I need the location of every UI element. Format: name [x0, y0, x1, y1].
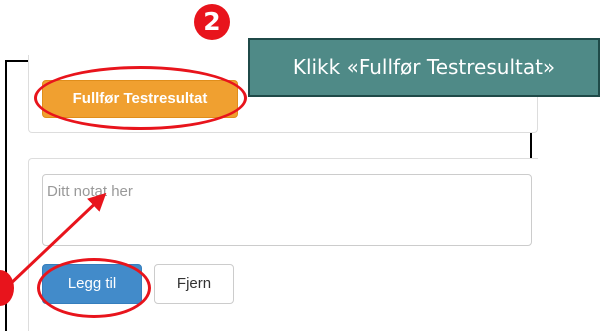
instruction-callout: Klikk «Fullfør Testresultat»	[248, 38, 600, 97]
remove-note-button[interactable]: Fjern	[154, 264, 234, 304]
step-number-badge: 2	[194, 4, 230, 40]
note-input[interactable]	[42, 174, 532, 246]
finish-highlight-ring	[34, 66, 247, 130]
add-highlight-ring	[37, 258, 151, 318]
